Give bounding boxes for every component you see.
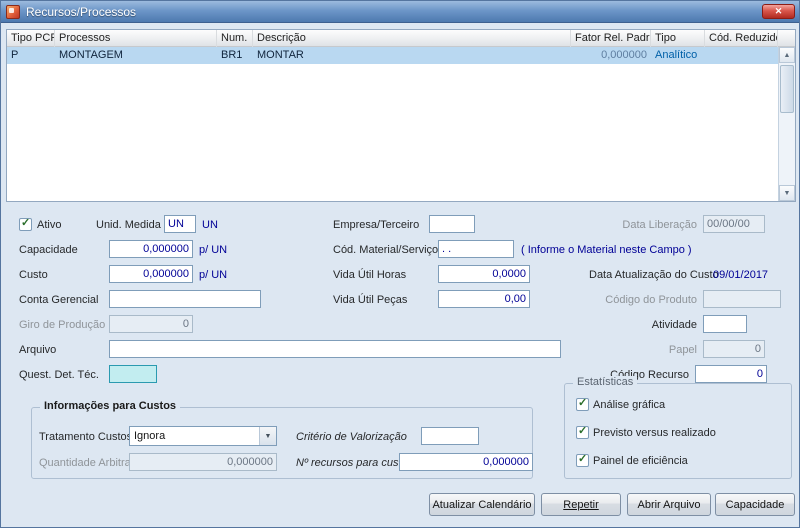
vida-util-pecas-label: Vida Útil Peças [333,294,408,306]
giro-producao-label: Giro de Produção [19,319,106,331]
scroll-up-button[interactable]: ▲ [779,47,795,63]
conta-gerencial-input[interactable] [109,290,261,308]
check-icon: ✓ [21,217,31,229]
close-button[interactable]: ✕ [762,4,795,19]
vida-util-pecas-input[interactable] [438,290,530,308]
close-icon: ✕ [774,6,783,16]
codigo-produto-input [703,290,781,308]
unid-medida-suffix: UN [202,219,218,231]
quest-det-tec-input[interactable] [109,365,157,383]
data-atualizacao-custo-label: Data Atualização do Custo [589,269,719,281]
analise-grafica-label: Análise gráfica [593,399,666,411]
cell-num: BR1 [221,49,243,61]
app-icon [6,5,20,19]
dialog-recursos-processos: Recursos/Processos ✕ Tipo PCP Processos … [0,0,800,528]
data-liberacao-input [703,215,765,233]
unid-medida-input[interactable] [164,215,196,233]
grid-row-selected[interactable]: P MONTAGEM BR1 MONTAR 0,000000 Analítico [7,47,795,64]
grid-col-cod-reduzido[interactable]: Cód. Reduzido [705,30,778,47]
criterio-valorizacao-input[interactable] [421,427,479,445]
chevron-down-icon: ▼ [259,427,276,445]
cell-fator-rel-padrao: 0,000000 [601,49,647,61]
painel-de-eficiencia-label: Painel de eficiência [593,455,688,467]
tratamento-custos-value: Ignora [134,430,166,442]
criterio-valorizacao-label: Critério de Valorização [296,431,407,443]
painel-de-eficiencia-checkbox[interactable]: ✓ [576,453,589,467]
giro-producao-input [109,315,193,333]
capacidade-suffix: p/ UN [199,244,228,256]
cod-material-servico-label: Cód. Material/Serviço [333,244,439,256]
data-liberacao-label: Data Liberação [622,219,697,231]
atualizar-calendario-button[interactable]: Atualizar Calendário [429,493,535,516]
atividade-input[interactable] [703,315,747,333]
grid-col-fator-rel-padrao[interactable]: Fator Rel. Padrão [571,30,651,47]
cell-cod-reduzido [705,47,778,64]
vida-util-horas-input[interactable] [438,265,530,283]
analise-grafica-checkbox[interactable]: ✓ [576,397,589,411]
cod-material-hint: ( Informe o Material neste Campo ) [521,244,692,256]
cod-material-servico-input[interactable] [438,240,514,258]
n-recursos-para-custos-label: Nº recursos para custos [296,457,414,469]
informacoes-para-custos-title: Informações para Custos [40,400,181,412]
codigo-recurso-input[interactable] [695,365,767,383]
arquivo-input[interactable] [109,340,561,358]
grid-vscrollbar[interactable]: ▲ ▼ [778,47,795,201]
capacidade-input[interactable] [109,240,193,258]
quantidade-arbitrada-label: Quantidade Arbitrada [39,457,143,469]
custo-input[interactable] [109,265,193,283]
ativo-label: Ativo [37,219,62,231]
scroll-down-icon: ▼ [783,189,791,197]
tratamento-custos-label: Tratamento Custos [39,431,133,443]
abrir-arquivo-button[interactable]: Abrir Arquivo [627,493,711,516]
grid-col-tipo-pcp[interactable]: Tipo PCP [7,30,55,47]
cell-descricao: MONTAR [257,49,304,61]
cell-tipo-pcp: P [11,49,19,61]
grid-header-filler [778,30,795,47]
unid-medida-label: Unid. Medida [96,219,161,231]
tratamento-custos-select[interactable]: Ignora ▼ [129,426,277,446]
grid-col-descricao[interactable]: Descrição [253,30,571,47]
papel-label: Papel [668,344,697,356]
cell-tipo: Analítico [655,49,698,61]
capacidade-label: Capacidade [19,244,78,256]
window-title: Recursos/Processos [26,5,137,19]
check-icon: ✓ [578,453,588,465]
scroll-up-icon: ▲ [783,51,791,59]
quantidade-arbitrada-input [129,453,277,471]
grid-col-processos[interactable]: Processos [55,30,217,47]
estatisticas-group-title: Estatísticas [573,376,638,388]
data-atualizacao-custo-value: 09/01/2017 [713,269,769,281]
grid-col-num[interactable]: Num. [217,30,253,47]
previsto-versus-realizado-label: Previsto versus realizado [593,427,716,439]
scroll-thumb[interactable] [780,65,794,113]
custo-label: Custo [19,269,48,281]
check-icon: ✓ [578,397,588,409]
papel-input [703,340,765,358]
vida-util-horas-label: Vida Útil Horas [333,269,407,281]
codigo-produto-label: Código do Produto [605,294,697,306]
titlebar: Recursos/Processos ✕ [1,1,799,23]
ativo-checkbox[interactable]: ✓ [19,217,32,231]
repetir-button[interactable]: Repetir [541,493,621,516]
empresa-terceiro-label: Empresa/Terceiro [333,219,420,231]
check-icon: ✓ [578,425,588,437]
custo-suffix: p/ UN [199,269,228,281]
arquivo-label: Arquivo [19,344,57,356]
process-grid: Tipo PCP Processos Num. Descrição Fator … [6,29,796,202]
grid-col-tipo[interactable]: Tipo [651,30,705,47]
empresa-terceiro-input[interactable] [429,215,475,233]
n-recursos-para-custos-input[interactable] [399,453,533,471]
atividade-label: Atividade [651,319,697,331]
cell-processos: MONTAGEM [59,49,123,61]
conta-gerencial-label: Conta Gerencial [19,294,99,306]
quest-det-tec-label: Quest. Det. Téc. [19,369,99,381]
grid-header: Tipo PCP Processos Num. Descrição Fator … [7,30,795,47]
previsto-versus-realizado-checkbox[interactable]: ✓ [576,425,589,439]
capacidade-button[interactable]: Capacidade [715,493,795,516]
scroll-down-button[interactable]: ▼ [779,185,795,201]
